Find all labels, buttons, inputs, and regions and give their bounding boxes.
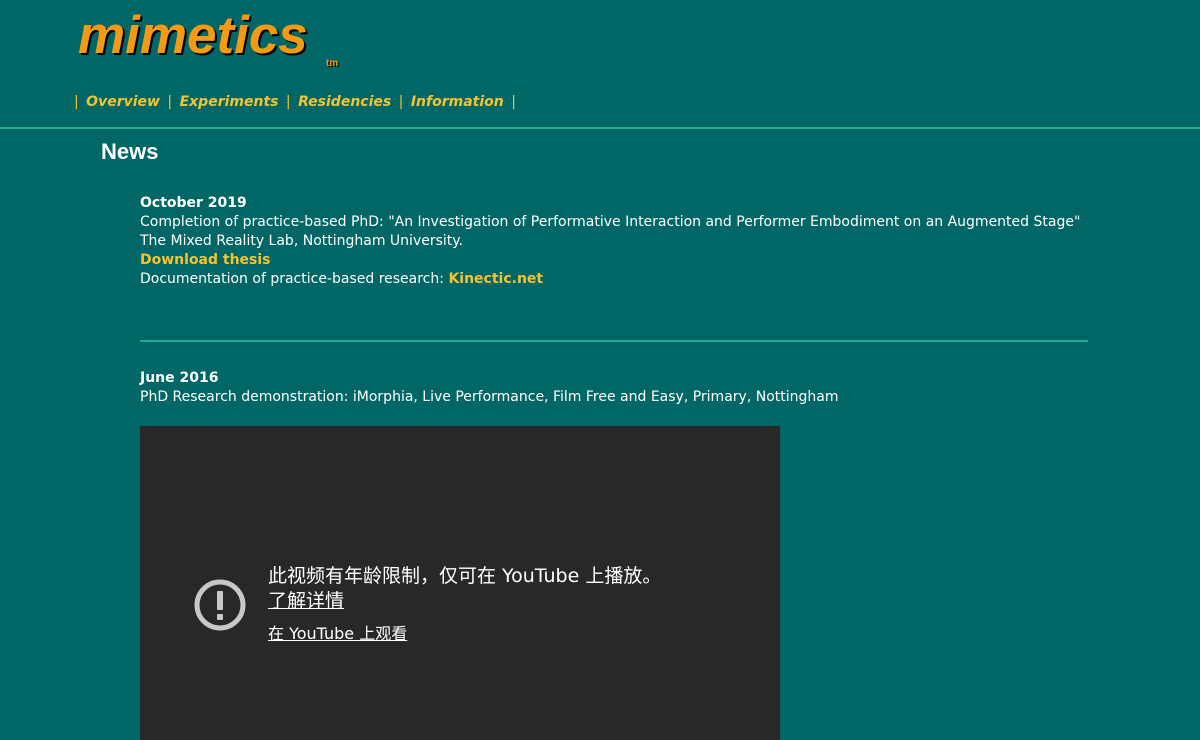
alert-circle-icon bbox=[194, 579, 246, 631]
age-restriction-message: 此视频有年龄限制，仅可在 YouTube 上播放。 bbox=[268, 565, 662, 587]
youtube-embed[interactable]: 此视频有年龄限制，仅可在 YouTube 上播放。 了解详情 在 YouTube… bbox=[140, 426, 780, 740]
watch-on-youtube-link[interactable]: 在 YouTube 上观看 bbox=[268, 623, 407, 645]
header-divider bbox=[0, 127, 1200, 129]
news-entry-date: October 2019 bbox=[140, 195, 247, 211]
news-entry-date: June 2016 bbox=[140, 370, 219, 386]
nav-separator: | bbox=[74, 94, 79, 110]
page-title: News bbox=[101, 139, 159, 164]
kinectic-link[interactable]: Kinectic.net bbox=[448, 271, 543, 287]
main-nav: | Overview | Experiments | Residencies |… bbox=[74, 92, 516, 112]
nav-separator: | bbox=[398, 94, 404, 110]
nav-separator: | bbox=[285, 94, 291, 110]
news-entry: October 2019 Completion of practice-base… bbox=[140, 194, 1088, 289]
news-entry: June 2016 PhD Research demonstration: iM… bbox=[140, 369, 1088, 407]
documentation-label: Documentation of practice-based research… bbox=[140, 271, 449, 287]
news-entry-institution: The Mixed Reality Lab, Nottingham Univer… bbox=[140, 233, 464, 249]
nav-item-experiments[interactable]: Experiments bbox=[180, 94, 279, 110]
nav-item-overview[interactable]: Overview bbox=[86, 94, 160, 110]
logo-trademark: tm bbox=[326, 58, 339, 69]
news-entry-text: Completion of practice-based PhD: "An In… bbox=[140, 214, 1081, 230]
site-logo[interactable]: mimetics bbox=[78, 6, 308, 66]
download-thesis-link[interactable]: Download thesis bbox=[140, 252, 271, 268]
nav-separator: | bbox=[511, 94, 516, 110]
entry-divider bbox=[140, 340, 1088, 342]
nav-item-information[interactable]: Information bbox=[411, 94, 504, 110]
learn-more-link[interactable]: 了解详情 bbox=[268, 589, 344, 613]
nav-item-residencies[interactable]: Residencies bbox=[298, 94, 391, 110]
news-entry-text: PhD Research demonstration: iMorphia, Li… bbox=[140, 389, 839, 405]
nav-separator: | bbox=[167, 94, 173, 110]
